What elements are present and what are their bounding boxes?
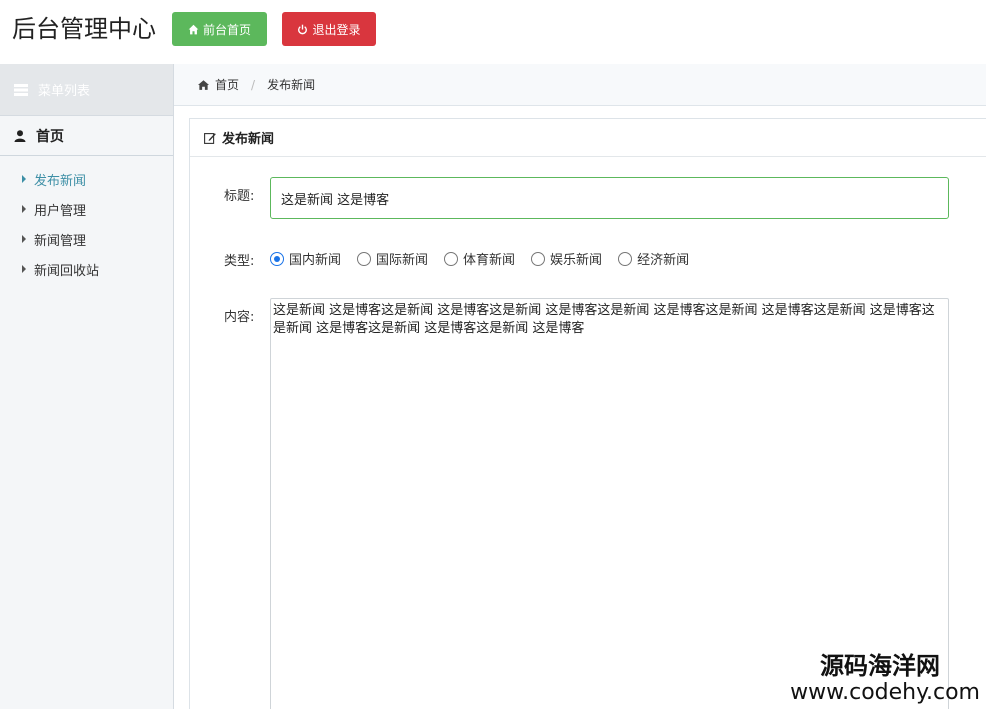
frontend-home-button[interactable]: 前台首页: [172, 12, 267, 46]
radio-economic-news[interactable]: 经济新闻: [618, 249, 689, 268]
user-icon: [14, 129, 26, 142]
logout-button[interactable]: 退出登录: [282, 12, 376, 46]
app-title: 后台管理中心: [12, 15, 156, 43]
watermark-url: www.codehy.com: [790, 680, 980, 705]
radio-international-news[interactable]: 国际新闻: [357, 249, 428, 268]
type-label: 类型:: [224, 254, 255, 269]
sidebar-item-news-management[interactable]: 新闻管理: [0, 224, 173, 254]
caret-right-icon: [22, 265, 26, 273]
title-input[interactable]: [270, 177, 949, 219]
caret-right-icon: [22, 205, 26, 213]
radio-label: 娱乐新闻: [550, 253, 603, 268]
panel-title: 发布新闻: [222, 132, 275, 147]
breadcrumb-current: 发布新闻: [267, 78, 316, 92]
sidebar-item-label: 用户管理: [34, 203, 87, 219]
home-icon: [198, 79, 209, 90]
home-icon: [188, 24, 199, 34]
sidebar-item-news-recycle-bin[interactable]: 新闻回收站: [0, 254, 173, 284]
sidebar-item-publish-news[interactable]: 发布新闻: [0, 164, 173, 194]
logout-label: 退出登录: [312, 22, 361, 37]
radio-button[interactable]: [618, 251, 633, 266]
radio-button[interactable]: [357, 251, 372, 266]
sidebar-item-user-management[interactable]: 用户管理: [0, 194, 173, 224]
radio-button[interactable]: [531, 251, 546, 266]
breadcrumb-home-link[interactable]: 首页: [215, 76, 239, 93]
title-label: 标题:: [224, 189, 255, 204]
news-type-radio-group: 国内新闻 国际新闻 体育新闻 娱乐新闻 经济新闻: [270, 249, 689, 268]
power-icon: [298, 24, 308, 34]
sidebar-item-label: 新闻回收站: [34, 263, 100, 279]
breadcrumb-separator: /: [251, 77, 256, 92]
radio-domestic-news[interactable]: 国内新闻: [270, 249, 341, 268]
watermark: 源码海洋网 www.codehy.com: [780, 652, 986, 706]
caret-right-icon: [22, 235, 26, 243]
breadcrumb: 首页 / 发布新闻: [174, 64, 986, 106]
sidebar-item-label: 新闻管理: [34, 233, 87, 249]
sidebar: 菜单列表 首页 发布新闻 用户管理 新闻管理 新闻回收站: [0, 64, 174, 709]
radio-button[interactable]: [444, 251, 459, 266]
sidebar-section-title: 菜单列表: [38, 84, 91, 99]
content-label: 内容:: [224, 310, 255, 325]
watermark-name: 源码海洋网: [820, 652, 940, 680]
sidebar-item-label: 发布新闻: [34, 173, 87, 189]
top-bar: 后台管理中心 前台首页 退出登录: [0, 0, 986, 64]
list-icon: [14, 83, 28, 96]
frontend-home-label: 前台首页: [202, 22, 251, 37]
sidebar-home-label: 首页: [36, 128, 64, 145]
radio-entertainment-news[interactable]: 娱乐新闻: [531, 249, 602, 268]
sidebar-menu: 发布新闻 用户管理 新闻管理 新闻回收站: [0, 156, 173, 284]
radio-button[interactable]: [270, 251, 284, 266]
radio-label: 经济新闻: [637, 253, 690, 268]
radio-label: 国内新闻: [289, 253, 342, 268]
sidebar-item-home[interactable]: 首页: [0, 115, 173, 156]
panel-header: 发布新闻: [190, 119, 986, 157]
radio-label: 国际新闻: [376, 253, 429, 268]
content-textarea[interactable]: 这是新闻 这是博客这是新闻 这是博客这是新闻 这是博客这是新闻 这是博客这是新闻…: [270, 298, 949, 709]
radio-sports-news[interactable]: 体育新闻: [444, 249, 515, 268]
radio-label: 体育新闻: [463, 253, 516, 268]
caret-right-icon: [22, 175, 26, 183]
sidebar-header: 菜单列表: [0, 64, 173, 115]
edit-icon: [204, 132, 216, 144]
